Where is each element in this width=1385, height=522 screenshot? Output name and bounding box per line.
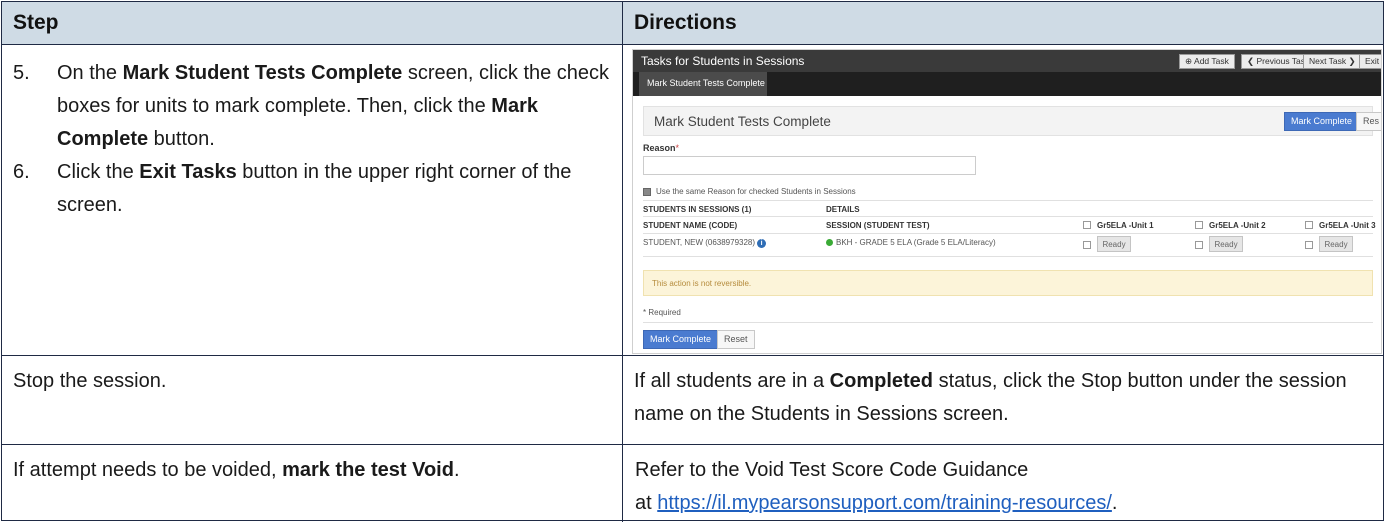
list-item: 6. Click the Exit Tasks button in the up… bbox=[13, 156, 610, 222]
student-name-cell: STUDENT, NEW (0638979328) i bbox=[643, 238, 767, 248]
next-task-button[interactable]: Next Task ❯ bbox=[1303, 54, 1362, 69]
divider bbox=[643, 256, 1373, 257]
add-task-button[interactable]: ⊕ Add Task bbox=[1179, 54, 1235, 69]
list-item: 5. On the Mark Student Tests Complete sc… bbox=[13, 57, 610, 156]
screenshot-title: Tasks for Students in Sessions bbox=[641, 54, 805, 68]
tab-mark-student-tests-complete[interactable]: Mark Student Tests Complete bbox=[639, 72, 767, 96]
session-column-header: SESSION (STUDENT TEST) bbox=[826, 221, 930, 230]
bottom-mark-complete-button[interactable]: Mark Complete bbox=[643, 330, 719, 349]
step-list: 5. On the Mark Student Tests Complete sc… bbox=[2, 45, 622, 222]
plus-circle-icon: ⊕ bbox=[1185, 56, 1193, 66]
reset-button[interactable]: Res bbox=[1356, 112, 1381, 131]
step-text: Click the Exit Tasks button in the upper… bbox=[57, 161, 572, 216]
chevron-right-icon: ❯ bbox=[1348, 56, 1356, 66]
unit-2-select-all-checkbox[interactable] bbox=[1195, 221, 1203, 229]
embedded-screenshot: Tasks for Students in Sessions ⊕ Add Tas… bbox=[632, 49, 1382, 354]
screenshot-title-bar: Tasks for Students in Sessions ⊕ Add Tas… bbox=[633, 50, 1381, 72]
table-header-row: Step Directions bbox=[2, 2, 1383, 45]
chevron-left-icon: ❮ bbox=[1247, 56, 1255, 66]
unit-1-checkbox[interactable] bbox=[1083, 241, 1091, 249]
students-in-sessions-header: STUDENTS IN SESSIONS (1) bbox=[643, 205, 752, 214]
unit-2-status-button[interactable]: Ready bbox=[1209, 236, 1243, 252]
bottom-reset-button[interactable]: Reset bbox=[717, 330, 755, 349]
same-reason-checkbox[interactable] bbox=[643, 188, 651, 196]
instruction-table: Step Directions 5. On the Mark Student T… bbox=[1, 1, 1384, 522]
table-row: Stop the session. If all students are in… bbox=[2, 356, 1383, 445]
reason-input[interactable] bbox=[643, 156, 976, 175]
unit-3-status-button[interactable]: Ready bbox=[1319, 236, 1353, 252]
unit-2-checkbox[interactable] bbox=[1195, 241, 1203, 249]
step-cell: Stop the session. bbox=[13, 370, 167, 392]
session-cell: BKH - GRADE 5 ELA (Grade 5 ELA/Literacy) bbox=[826, 238, 996, 247]
unit-3-checkbox[interactable] bbox=[1305, 241, 1313, 249]
panel-title: Mark Student Tests Complete bbox=[654, 114, 831, 129]
unit-3-select-all-checkbox[interactable] bbox=[1305, 221, 1313, 229]
same-reason-label: Use the same Reason for checked Students… bbox=[656, 187, 856, 196]
unit-1-column-header: Gr5ELA -Unit 1 bbox=[1097, 221, 1154, 230]
details-header: DETAILS bbox=[826, 205, 860, 214]
step-cell: If attempt needs to be voided, mark the … bbox=[13, 459, 460, 481]
divider bbox=[643, 200, 1373, 201]
step-cell: 5. On the Mark Student Tests Complete sc… bbox=[2, 45, 622, 355]
step-number: 5. bbox=[13, 62, 30, 84]
task-tab-bar: Mark Student Tests Complete bbox=[633, 72, 1381, 96]
panel-header: Mark Student Tests Complete Mark Complet… bbox=[643, 106, 1381, 136]
student-name-column-header: STUDENT NAME (CODE) bbox=[643, 221, 738, 230]
unit-3-column-header: Gr5ELA -Unit 3 bbox=[1319, 221, 1376, 230]
unit-1-status-button[interactable]: Ready bbox=[1097, 236, 1131, 252]
step-number: 6. bbox=[13, 161, 30, 183]
directions-cell: If all students are in a Completed statu… bbox=[622, 356, 1383, 444]
step-text: On the Mark Student Tests Complete scree… bbox=[57, 62, 610, 150]
divider bbox=[643, 233, 1373, 234]
unit-2-column-header: Gr5ELA -Unit 2 bbox=[1209, 221, 1266, 230]
info-icon[interactable]: i bbox=[757, 239, 767, 248]
table-row: 5. On the Mark Student Tests Complete sc… bbox=[2, 45, 1383, 356]
step-column-header: Step bbox=[13, 11, 59, 34]
divider bbox=[643, 216, 1373, 217]
directions-cell: Tasks for Students in Sessions ⊕ Add Tas… bbox=[622, 45, 1383, 355]
required-note: * Required bbox=[643, 308, 681, 317]
mark-complete-button[interactable]: Mark Complete bbox=[1284, 112, 1360, 131]
directions-cell: Refer to the Void Test Score Code Guidan… bbox=[622, 445, 1383, 522]
status-dot-icon bbox=[826, 239, 833, 246]
divider bbox=[643, 322, 1373, 323]
training-resources-link[interactable]: https://il.mypearsonsupport.com/training… bbox=[657, 492, 1112, 514]
directions-column-header: Directions bbox=[622, 2, 1383, 44]
exit-tasks-button[interactable]: Exit Task bbox=[1359, 54, 1381, 69]
table-row: If attempt needs to be voided, mark the … bbox=[2, 445, 1383, 522]
unit-1-select-all-checkbox[interactable] bbox=[1083, 221, 1091, 229]
warning-banner: This action is not reversible. bbox=[643, 270, 1373, 296]
directions-line: Refer to the Void Test Score Code Guidan… bbox=[635, 459, 1029, 481]
directions-line: at https://il.mypearsonsupport.com/train… bbox=[635, 492, 1118, 514]
reason-label: Reason* bbox=[643, 143, 680, 153]
